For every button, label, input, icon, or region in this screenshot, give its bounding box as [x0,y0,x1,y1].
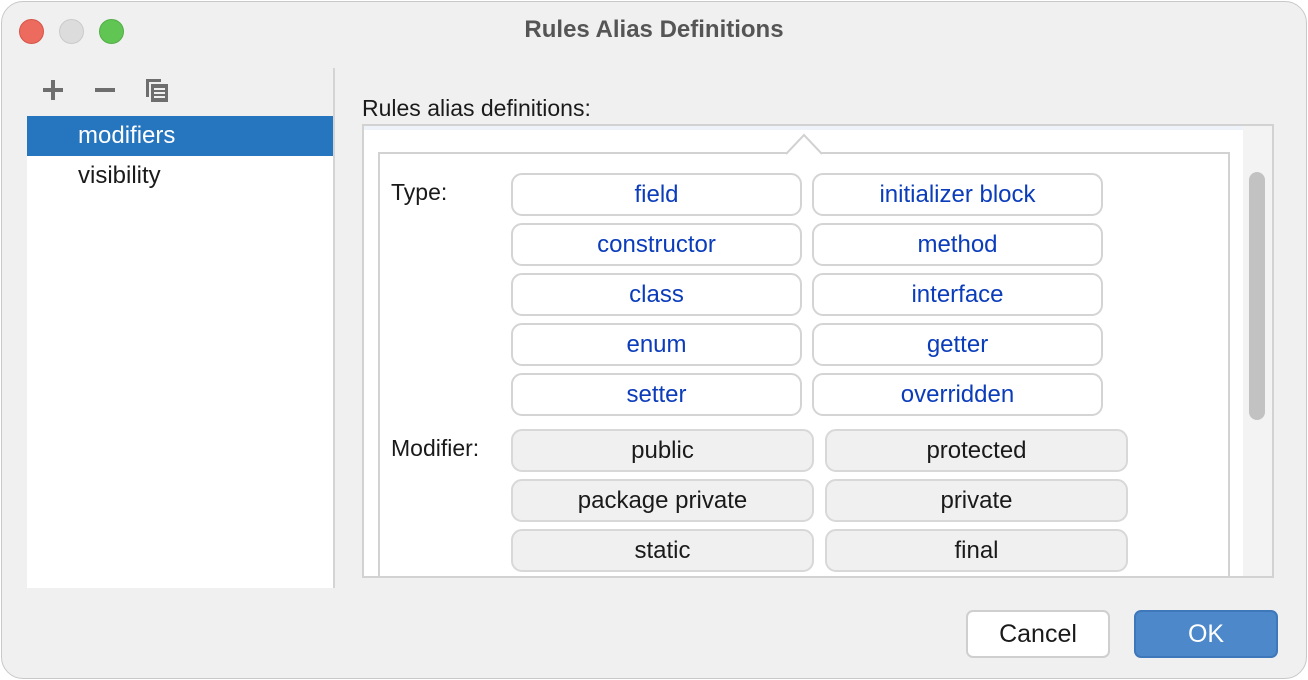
type-chip-setter[interactable]: setter [511,373,802,416]
plus-icon [43,80,63,100]
modifier-chip-final[interactable]: final [825,529,1128,572]
popup-pointer [786,133,822,155]
modifier-chip-private[interactable]: private [825,479,1128,522]
modifier-label: Modifier: [391,435,480,461]
type-chip-getter[interactable]: getter [812,323,1103,366]
definitions-viewport: Type: field initializer block constructo… [364,126,1245,576]
definitions-scroll-pane: Type: field initializer block constructo… [362,124,1274,578]
copy-icon [146,79,168,102]
type-chip-enum[interactable]: enum [511,323,802,366]
type-label: Type: [391,179,448,205]
remove-alias-button[interactable] [90,75,120,105]
type-chip-field[interactable]: field [511,173,802,216]
copy-alias-button[interactable] [142,75,172,105]
type-chip-constructor[interactable]: constructor [511,223,802,266]
type-chip-class[interactable]: class [511,273,802,316]
alias-item-visibility[interactable]: visibility [27,156,333,196]
type-chip-initializer-block[interactable]: initializer block [812,173,1103,216]
dialog-window: Rules Alias Definitions modifiers visibi… [1,1,1307,679]
alias-item-modifiers[interactable]: modifiers [27,116,333,156]
scrollbar-thumb[interactable] [1249,172,1265,420]
vertical-scrollbar[interactable] [1243,126,1272,576]
ok-button[interactable]: OK [1134,610,1278,658]
modifier-chip-public[interactable]: public [511,429,814,472]
modifier-chip-static[interactable]: static [511,529,814,572]
modifier-chip-package-private[interactable]: package private [511,479,814,522]
type-chip-interface[interactable]: interface [812,273,1103,316]
definitions-frame: Type: field initializer block constructo… [378,152,1230,576]
minus-icon [95,88,115,92]
add-alias-button[interactable] [38,75,68,105]
dialog-title: Rules Alias Definitions [524,16,784,43]
alias-list: modifiers visibility [27,116,335,588]
definitions-label: Rules alias definitions: [362,95,591,121]
panel-divider [333,68,335,118]
type-chip-overridden[interactable]: overridden [812,373,1103,416]
cancel-button[interactable]: Cancel [966,610,1110,658]
modifier-chip-protected[interactable]: protected [825,429,1128,472]
type-chip-method[interactable]: method [812,223,1103,266]
